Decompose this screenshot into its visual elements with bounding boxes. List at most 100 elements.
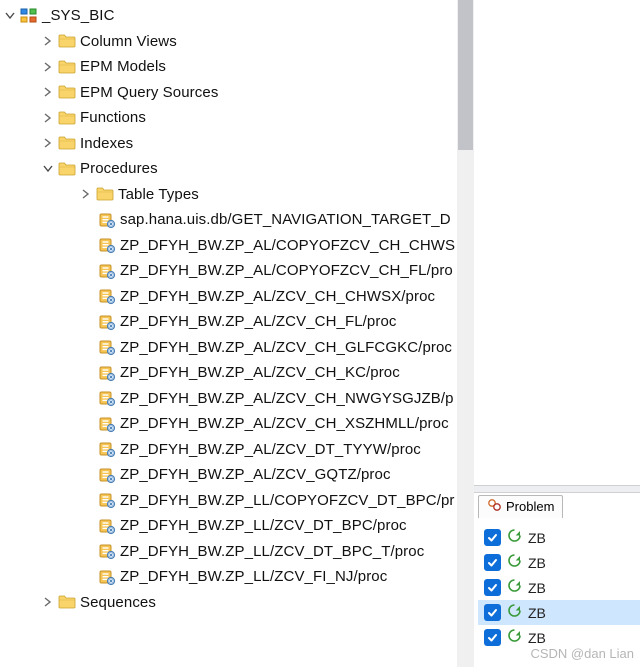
tree-label: ZP_DFYH_BW.ZP_AL/ZCV_CH_FL/proc [120, 313, 397, 330]
tree-item-procedure[interactable]: sap.hana.uis.db/GET_NAVIGATION_TARGET_D [0, 207, 457, 233]
procedure-icon [98, 466, 116, 484]
tree-label: ZP_DFYH_BW.ZP_AL/ZCV_GQTZ/proc [120, 466, 391, 483]
checkbox[interactable] [484, 554, 501, 571]
expand-toggle[interactable] [78, 186, 94, 202]
expand-toggle[interactable] [2, 8, 18, 24]
tree-label: ZP_DFYH_BW.ZP_AL/ZCV_CH_KC/proc [120, 364, 400, 381]
checklist-row[interactable]: ZB [478, 600, 640, 625]
expand-toggle[interactable] [40, 84, 56, 100]
tree-label: sap.hana.uis.db/GET_NAVIGATION_TARGET_D [120, 211, 451, 228]
checkbox[interactable] [484, 604, 501, 621]
procedure-icon [98, 262, 116, 280]
refresh-icon [507, 528, 522, 547]
folder-icon [58, 58, 76, 76]
tree-item-procedure[interactable]: ZP_DFYH_BW.ZP_AL/ZCV_CH_CHWSX/proc [0, 284, 457, 310]
checklist-row[interactable]: ZB [478, 525, 640, 550]
folder-icon [96, 185, 114, 203]
problems-icon [487, 498, 502, 516]
tree-label: EPM Models [80, 58, 166, 75]
checkbox[interactable] [484, 579, 501, 596]
folder-icon [58, 109, 76, 127]
expand-toggle[interactable] [40, 594, 56, 610]
tree-item-procedure[interactable]: ZP_DFYH_BW.ZP_LL/ZCV_FI_NJ/proc [0, 564, 457, 590]
checklist-label: ZB [528, 605, 546, 621]
expand-toggle[interactable] [40, 59, 56, 75]
tree-label: ZP_DFYH_BW.ZP_AL/ZCV_CH_NWGYSGJZB/p [120, 390, 454, 407]
tab-label: Problem [506, 499, 554, 514]
tree-item-procedure[interactable]: ZP_DFYH_BW.ZP_LL/COPYOFZCV_DT_BPC/pr [0, 488, 457, 514]
tree-label: EPM Query Sources [80, 84, 218, 101]
procedure-icon [98, 440, 116, 458]
expand-toggle[interactable] [40, 161, 56, 177]
tree-label: ZP_DFYH_BW.ZP_AL/ZCV_CH_CHWSX/proc [120, 288, 435, 305]
tree: _SYS_BIC Column Views EPM Models EPM Query… [0, 0, 457, 615]
refresh-icon [507, 628, 522, 647]
checklist-label: ZB [528, 555, 546, 571]
procedure-icon [98, 338, 116, 356]
checklist-row[interactable]: ZB [478, 550, 640, 575]
tree-folder[interactable]: EPM Models [0, 54, 457, 80]
checklist-row[interactable]: ZB [478, 625, 640, 650]
tree-item-procedure[interactable]: ZP_DFYH_BW.ZP_AL/COPYOFZCV_CH_CHWS [0, 233, 457, 259]
procedure-icon [98, 313, 116, 331]
procedure-icon [98, 364, 116, 382]
tree-item-procedure[interactable]: ZP_DFYH_BW.ZP_LL/ZCV_DT_BPC/proc [0, 513, 457, 539]
tree-folder[interactable]: Column Views [0, 29, 457, 55]
folder-icon [58, 32, 76, 50]
tree-item-procedure[interactable]: ZP_DFYH_BW.ZP_AL/ZCV_CH_GLFCGKC/proc [0, 335, 457, 361]
checklist-row[interactable]: ZB [478, 575, 640, 600]
tree-label: ZP_DFYH_BW.ZP_LL/ZCV_FI_NJ/proc [120, 568, 387, 585]
tree-item-procedure[interactable]: ZP_DFYH_BW.ZP_AL/ZCV_GQTZ/proc [0, 462, 457, 488]
tree-label: Sequences [80, 594, 156, 611]
checkbox[interactable] [484, 629, 501, 646]
right-empty-area [474, 0, 640, 485]
tree-item-procedure[interactable]: ZP_DFYH_BW.ZP_AL/ZCV_CH_KC/proc [0, 360, 457, 386]
refresh-icon [507, 553, 522, 572]
tree-folder[interactable]: Procedures [0, 156, 457, 182]
tree-label: Functions [80, 109, 146, 126]
problems-list: ZB ZB ZB ZB ZB [474, 519, 640, 650]
tree-label: Procedures [80, 160, 158, 177]
tree-folder[interactable]: Table Types [0, 182, 457, 208]
tree-item-procedure[interactable]: ZP_DFYH_BW.ZP_LL/ZCV_DT_BPC_T/proc [0, 539, 457, 565]
tree-label: ZP_DFYH_BW.ZP_LL/ZCV_DT_BPC/proc [120, 517, 407, 534]
tree-label: ZP_DFYH_BW.ZP_AL/ZCV_CH_GLFCGKC/proc [120, 339, 452, 356]
bottom-tab-bar: Problem [474, 493, 640, 519]
tree-item-procedure[interactable]: ZP_DFYH_BW.ZP_AL/ZCV_DT_TYYW/proc [0, 437, 457, 463]
procedure-icon [98, 568, 116, 586]
expand-toggle[interactable] [40, 33, 56, 49]
procedure-icon [98, 236, 116, 254]
refresh-icon [507, 603, 522, 622]
pane-divider[interactable] [474, 485, 640, 493]
scrollbar-thumb[interactable] [458, 0, 473, 150]
tree-folder[interactable]: Functions [0, 105, 457, 131]
tree-label: Indexes [80, 135, 133, 152]
tree-label: ZP_DFYH_BW.ZP_LL/COPYOFZCV_DT_BPC/pr [120, 492, 455, 509]
tree-label: ZP_DFYH_BW.ZP_AL/COPYOFZCV_CH_FL/pro [120, 262, 453, 279]
checklist-label: ZB [528, 580, 546, 596]
tree-item-procedure[interactable]: ZP_DFYH_BW.ZP_AL/COPYOFZCV_CH_FL/pro [0, 258, 457, 284]
tree-item-procedure[interactable]: ZP_DFYH_BW.ZP_AL/ZCV_CH_XSZHMLL/proc [0, 411, 457, 437]
checklist-label: ZB [528, 530, 546, 546]
expand-toggle[interactable] [40, 135, 56, 151]
tree-folder[interactable]: EPM Query Sources [0, 80, 457, 106]
tree-folder[interactable]: Indexes [0, 131, 457, 157]
procedure-icon [98, 211, 116, 229]
checkbox[interactable] [484, 529, 501, 546]
tree-item-procedure[interactable]: ZP_DFYH_BW.ZP_AL/ZCV_CH_FL/proc [0, 309, 457, 335]
folder-icon [58, 83, 76, 101]
tree-node-sys-bic[interactable]: _SYS_BIC [0, 3, 457, 29]
tab-problems[interactable]: Problem [478, 495, 563, 518]
procedure-icon [98, 415, 116, 433]
vertical-scrollbar[interactable] [457, 0, 474, 667]
expand-toggle[interactable] [40, 110, 56, 126]
procedure-icon [98, 491, 116, 509]
tree-label: _SYS_BIC [42, 7, 115, 24]
schema-icon [20, 7, 38, 25]
tree-label: Column Views [80, 33, 177, 50]
tree-folder[interactable]: Sequences [0, 590, 457, 616]
tree-item-procedure[interactable]: ZP_DFYH_BW.ZP_AL/ZCV_CH_NWGYSGJZB/p [0, 386, 457, 412]
folder-icon [58, 134, 76, 152]
checklist-label: ZB [528, 630, 546, 646]
tree-label: Table Types [118, 186, 199, 203]
